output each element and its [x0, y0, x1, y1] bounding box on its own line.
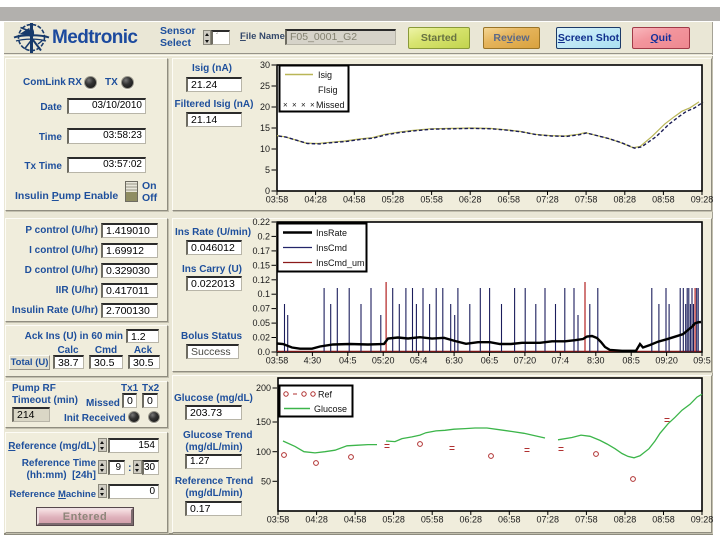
svg-text:05:20: 05:20 — [372, 356, 395, 366]
svg-text:03:58: 03:58 — [266, 356, 289, 366]
svg-text:09:28: 09:28 — [691, 515, 714, 525]
svg-text:0.2: 0.2 — [257, 231, 270, 241]
svg-text:09:20: 09:20 — [655, 356, 678, 366]
svg-text:0.12: 0.12 — [252, 275, 270, 285]
svg-text:08:58: 08:58 — [652, 515, 675, 525]
svg-text:08:58: 08:58 — [652, 195, 675, 205]
svg-text:09:5: 09:5 — [693, 356, 711, 366]
svg-text:04:28: 04:28 — [304, 195, 327, 205]
svg-text:0.15: 0.15 — [252, 260, 270, 270]
svg-text:0.1: 0.1 — [257, 289, 270, 299]
svg-text:07:58: 07:58 — [575, 515, 598, 525]
svg-text:8:30: 8:30 — [587, 356, 605, 366]
svg-text:05:58: 05:58 — [420, 195, 443, 205]
svg-text:07:20: 07:20 — [514, 356, 537, 366]
svg-text:03:58: 03:58 — [267, 515, 290, 525]
svg-text:Ref: Ref — [318, 390, 333, 400]
svg-text:03:58: 03:58 — [266, 195, 289, 205]
svg-text:6:30: 6:30 — [445, 356, 463, 366]
svg-text:06:28: 06:28 — [459, 195, 482, 205]
svg-text:30: 30 — [260, 60, 270, 70]
svg-text:06:58: 06:58 — [498, 195, 521, 205]
svg-text:04:58: 04:58 — [343, 195, 366, 205]
svg-text:07:28: 07:28 — [537, 515, 560, 525]
svg-text:05:58: 05:58 — [421, 515, 444, 525]
svg-text:04:28: 04:28 — [305, 515, 328, 525]
svg-text:25: 25 — [260, 81, 270, 91]
svg-text:×: × — [292, 101, 297, 110]
svg-text:06:5: 06:5 — [481, 356, 499, 366]
svg-text:0.17: 0.17 — [252, 246, 270, 256]
svg-text:15: 15 — [260, 123, 270, 133]
svg-text:InsCmd: InsCmd — [316, 243, 347, 253]
svg-text:InsCmd_um: InsCmd_um — [316, 258, 365, 268]
svg-text:07:58: 07:58 — [575, 195, 598, 205]
svg-text:FIsig: FIsig — [318, 85, 338, 95]
svg-text:0.22: 0.22 — [252, 217, 270, 227]
svg-text:06:58: 06:58 — [498, 515, 521, 525]
svg-text:150: 150 — [256, 417, 271, 427]
svg-text:10: 10 — [260, 144, 270, 154]
svg-text:×: × — [301, 101, 306, 110]
svg-text:20: 20 — [260, 102, 270, 112]
svg-text:0.02: 0.02 — [252, 333, 270, 343]
svg-text:06:28: 06:28 — [460, 515, 483, 525]
svg-text:08:5: 08:5 — [622, 356, 640, 366]
svg-text:0.07: 0.07 — [252, 304, 270, 314]
svg-text:100: 100 — [256, 447, 271, 457]
svg-text:08:28: 08:28 — [614, 515, 637, 525]
svg-text:50: 50 — [261, 477, 271, 487]
svg-text:07:4: 07:4 — [552, 356, 570, 366]
svg-text:Missed: Missed — [316, 100, 345, 110]
svg-text:200: 200 — [256, 383, 271, 393]
svg-text:09:28: 09:28 — [691, 195, 714, 205]
svg-text:04:5: 04:5 — [339, 356, 357, 366]
svg-text:05:4: 05:4 — [410, 356, 428, 366]
svg-text:07:28: 07:28 — [536, 195, 559, 205]
svg-text:InsRate: InsRate — [316, 228, 347, 238]
svg-text:4:30: 4:30 — [304, 356, 322, 366]
svg-text:04:58: 04:58 — [344, 515, 367, 525]
svg-text:05:28: 05:28 — [382, 515, 405, 525]
svg-text:5: 5 — [265, 165, 270, 175]
svg-text:Isig: Isig — [318, 70, 332, 80]
svg-text:05:28: 05:28 — [382, 195, 405, 205]
svg-text:×: × — [310, 101, 315, 110]
svg-text:0.05: 0.05 — [252, 318, 270, 328]
svg-text:Glucose: Glucose — [314, 404, 347, 414]
svg-text:×: × — [283, 101, 288, 110]
svg-text:08:28: 08:28 — [614, 195, 637, 205]
